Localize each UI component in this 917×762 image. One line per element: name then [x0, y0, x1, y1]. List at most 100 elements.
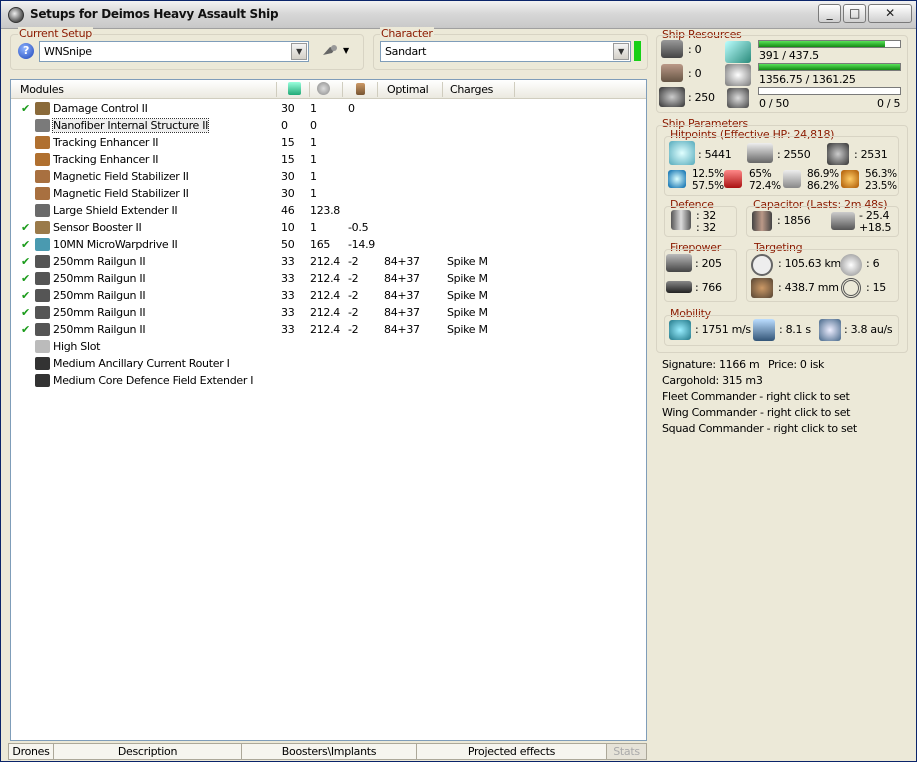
drone-bay-capacity: : 250: [688, 91, 715, 104]
module-capacitor: -0.5: [348, 221, 369, 234]
tab-projected-effects[interactable]: Projected effects: [417, 743, 607, 760]
module-name: Large Shield Extender II: [53, 204, 178, 217]
em-resist-icon: [668, 170, 686, 188]
module-power: 1: [310, 102, 317, 115]
module-icon: [35, 136, 50, 149]
module-cpu: 30: [281, 102, 295, 115]
help-icon[interactable]: ?: [18, 43, 34, 59]
target-range-icon: [751, 254, 773, 276]
defence-armor-repair: : 32: [696, 221, 716, 234]
explosive-resist-icon: [841, 170, 859, 188]
cpu-bar: [758, 40, 901, 48]
module-icon: [35, 238, 50, 251]
module-charges[interactable]: Spike M: [447, 323, 488, 336]
close-button[interactable]: ✕: [868, 4, 912, 23]
capacitor-recharge: +18.5: [859, 221, 892, 234]
column-optimal[interactable]: Optimal: [387, 83, 429, 96]
module-name: Medium Core Defence Field Extender I: [53, 374, 254, 387]
check-icon[interactable]: ✔: [21, 272, 30, 285]
module-row[interactable]: Magnetic Field Stabilizer II 30 1: [11, 185, 646, 202]
module-name: 10MN MicroWarpdrive II: [53, 238, 178, 251]
module-cpu: 10: [281, 221, 295, 234]
module-charges[interactable]: Spike M: [447, 289, 488, 302]
module-icon: [35, 340, 50, 353]
module-row[interactable]: ✔ 250mm Railgun II 33 212.4 -2 84+37 Spike M: [11, 253, 646, 270]
module-icon: [35, 187, 50, 200]
module-charges[interactable]: Spike M: [447, 272, 488, 285]
module-icon: [35, 357, 50, 370]
max-targets-icon: [840, 254, 862, 276]
module-row[interactable]: ✔ 10MN MicroWarpdrive II 50 165 -14.9: [11, 236, 646, 253]
thermal-resist-shield: 65%: [749, 168, 772, 180]
module-name: 250mm Railgun II: [53, 272, 146, 285]
module-row[interactable]: ✔ 250mm Railgun II 33 212.4 -2 84+37 Spike M: [11, 304, 646, 321]
powergrid-value: 1356.75 / 1361.25: [759, 73, 856, 86]
chevron-down-icon[interactable]: ▼: [613, 43, 629, 60]
tab-description[interactable]: Description: [54, 743, 242, 760]
module-icon: [35, 306, 50, 319]
wing-commander[interactable]: Wing Commander - right click to set: [662, 406, 851, 419]
module-power: 212.4: [310, 306, 340, 319]
velocity-icon: [669, 320, 691, 340]
module-row[interactable]: ✔ Sensor Booster II 10 1 -0.5: [11, 219, 646, 236]
minimize-button[interactable]: _: [818, 4, 841, 23]
powergrid-column-icon[interactable]: [317, 82, 330, 95]
column-modules[interactable]: Modules: [20, 83, 64, 96]
module-row[interactable]: Magnetic Field Stabilizer II 30 1: [11, 168, 646, 185]
structure-icon: [827, 143, 849, 165]
drone-bandwidth-icon: [727, 88, 749, 108]
module-optimal: 84+37: [384, 255, 420, 268]
module-row[interactable]: ✔ 250mm Railgun II 33 212.4 -2 84+37 Spike M: [11, 321, 646, 338]
tab-drones[interactable]: Drones: [8, 743, 54, 760]
module-optimal: 84+37: [384, 289, 420, 302]
module-optimal: 84+37: [384, 323, 420, 336]
module-capacitor: -2: [348, 255, 359, 268]
check-icon[interactable]: ✔: [21, 323, 30, 336]
dropdown-arrow-icon[interactable]: ▼: [343, 46, 349, 55]
structure-hp: : 2531: [854, 148, 888, 161]
module-icon: [35, 119, 50, 132]
capacitor-column-icon[interactable]: [356, 83, 365, 95]
module-list[interactable]: Modules Optimal Charges ✔ Damage Control …: [10, 79, 647, 741]
check-icon[interactable]: ✔: [21, 289, 30, 302]
chevron-down-icon[interactable]: ▼: [291, 43, 307, 60]
module-charges[interactable]: Spike M: [447, 306, 488, 319]
tab-boosters-implants[interactable]: Boosters\Implants: [242, 743, 417, 760]
check-icon[interactable]: ✔: [21, 306, 30, 319]
capacitor-total: : 1856: [777, 214, 811, 227]
column-charges[interactable]: Charges: [450, 83, 493, 96]
module-row[interactable]: ✔ 250mm Railgun II 33 212.4 -2 84+37 Spike M: [11, 287, 646, 304]
ship-tools-icon[interactable]: [321, 43, 339, 59]
maximize-button[interactable]: □: [843, 4, 866, 23]
fleet-commander[interactable]: Fleet Commander - right click to set: [662, 390, 850, 403]
defence-icon: [671, 210, 691, 230]
module-row[interactable]: ✔ Damage Control II 30 1 0: [11, 100, 646, 117]
module-cpu: 33: [281, 289, 295, 302]
check-icon[interactable]: ✔: [21, 238, 30, 251]
squad-commander[interactable]: Squad Commander - right click to set: [662, 422, 857, 435]
module-row[interactable]: Medium Core Defence Field Extender I: [11, 372, 646, 389]
setup-combo[interactable]: WNSnipe ▼: [39, 41, 309, 62]
module-row[interactable]: High Slot: [11, 338, 646, 355]
capacitor-icon: [752, 211, 772, 231]
drone-bandwidth-value: 0 / 50: [759, 97, 789, 110]
module-row[interactable]: Tracking Enhancer II 15 1: [11, 151, 646, 168]
module-charges[interactable]: Spike M: [447, 255, 488, 268]
module-row[interactable]: Nanofiber Internal Structure II 0 0: [11, 117, 646, 134]
powergrid-icon: [725, 64, 751, 86]
check-icon[interactable]: ✔: [21, 221, 30, 234]
module-row[interactable]: Medium Ancillary Current Router I: [11, 355, 646, 372]
module-row[interactable]: Large Shield Extender II 46 123.8: [11, 202, 646, 219]
module-row[interactable]: ✔ 250mm Railgun II 33 212.4 -2 84+37 Spike M: [11, 270, 646, 287]
module-name: Magnetic Field Stabilizer II: [53, 170, 189, 183]
module-row[interactable]: Tracking Enhancer II 15 1: [11, 134, 646, 151]
module-cpu: 33: [281, 306, 295, 319]
check-icon[interactable]: ✔: [21, 255, 30, 268]
cpu-column-icon[interactable]: [288, 82, 301, 95]
character-combo[interactable]: Sandart ▼: [380, 41, 631, 62]
check-icon[interactable]: ✔: [21, 102, 30, 115]
armor-hp: : 2550: [777, 148, 811, 161]
tab-stats[interactable]: Stats: [607, 743, 647, 760]
character-status-indicator: [634, 41, 641, 61]
cargohold: Cargohold: 315 m3: [662, 374, 763, 387]
